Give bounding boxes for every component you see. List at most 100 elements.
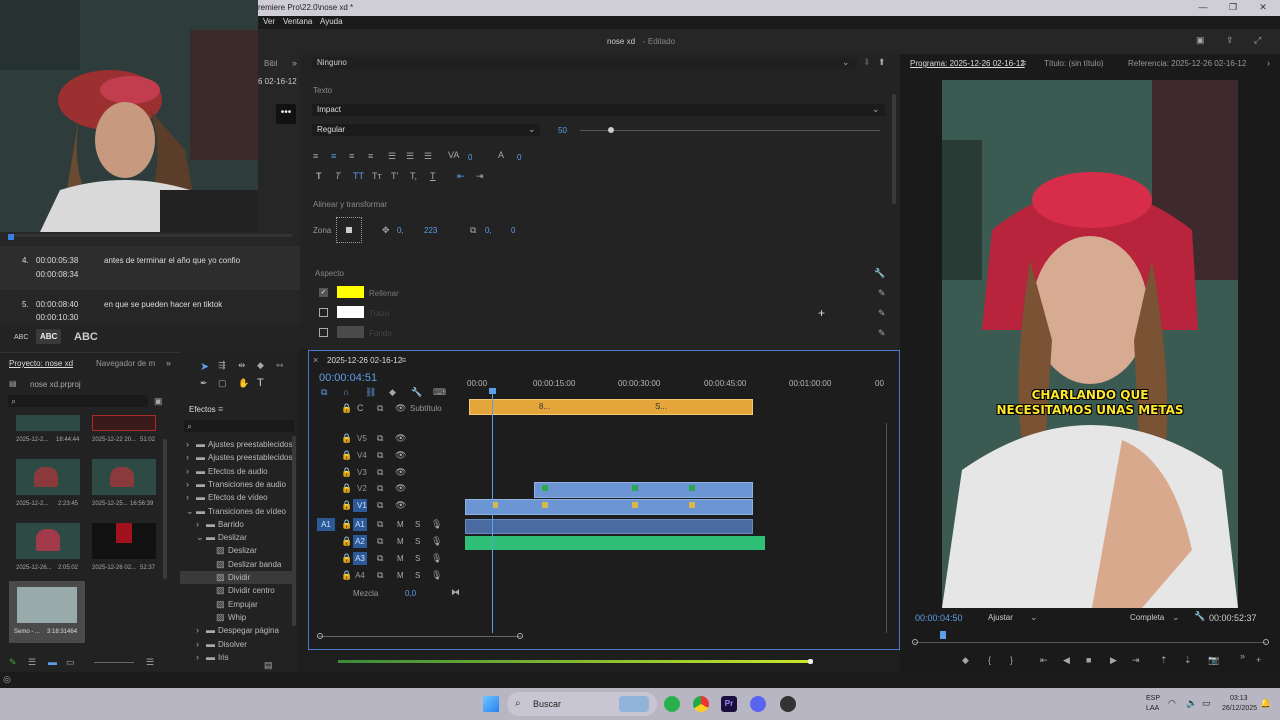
workspaces-icon[interactable]: ▣	[1196, 35, 1205, 46]
fullscreen-icon[interactable]: ⤢	[1254, 35, 1261, 46]
all-caps-icon[interactable]: TT	[353, 171, 364, 181]
extract-icon[interactable]: ⇣	[1184, 655, 1192, 666]
menu-ver[interactable]: Ver	[263, 17, 275, 26]
audio-track-header[interactable]: A1 🔒 A1 ⧉ M S 🎙	[309, 517, 469, 533]
audio-track-header[interactable]: 🔒 A4 ⧉ M S 🎙	[309, 568, 469, 584]
zoom-slider[interactable]	[94, 662, 134, 663]
chevron-down-icon[interactable]: ⌄	[186, 506, 194, 517]
thumb-image[interactable]	[16, 459, 80, 495]
effects-tree-item[interactable]: › ▬ Iris	[180, 651, 292, 664]
wifi-icon[interactable]: ◠	[1168, 698, 1176, 709]
font-style-select[interactable]: Regular ⌄	[312, 124, 540, 136]
align-bottom-icon[interactable]: ☰	[424, 151, 432, 162]
effects-tree-item[interactable]: ▨ Dividir	[180, 571, 292, 584]
ltr-icon[interactable]: ⇤	[457, 171, 465, 182]
sync-icon[interactable]: ⧉	[377, 500, 383, 511]
add-marker-icon[interactable]: ◆	[962, 655, 969, 666]
caption-track[interactable]: 8... S...	[469, 399, 753, 415]
bib-tab[interactable]: Bibl	[264, 59, 277, 68]
abc-small[interactable]: ABC	[14, 334, 28, 341]
effects-tree-item[interactable]: ▨ Empujar	[180, 598, 292, 611]
style-select[interactable]: Ninguno ⌄	[312, 57, 857, 69]
mute-button[interactable]: M	[397, 537, 404, 546]
more-icon[interactable]: •••	[276, 104, 296, 124]
bg-checkbox[interactable]	[319, 328, 328, 337]
eye-icon[interactable]: 👁	[395, 450, 406, 461]
video-track-header[interactable]: 🔒 V2 ⧉ 👁	[309, 481, 469, 497]
chrome-icon[interactable]	[693, 696, 709, 712]
lock-icon[interactable]: 🔒	[341, 553, 352, 564]
lock-icon[interactable]: 🔒	[341, 570, 352, 581]
lock-icon[interactable]: 🔒	[341, 467, 352, 478]
pencil-icon[interactable]: ✎	[9, 657, 17, 668]
chevron-right-icon[interactable]: ›	[196, 519, 199, 529]
quality-select[interactable]: Completa ⌄	[1126, 611, 1182, 623]
lock-icon[interactable]: 🔒	[341, 519, 352, 530]
audio-track-header[interactable]: 🔒 A3 ⧉ M S 🎙	[309, 551, 469, 567]
sync-icon[interactable]: ⧉	[377, 433, 383, 444]
chevron-right-icon[interactable]: ›	[196, 639, 199, 649]
effects-tree-item[interactable]: ▨ Deslizar banda	[180, 558, 292, 571]
time-ruler[interactable]: 00:00 00:00:15:00 00:00:30:00 00:00:45:0…	[467, 377, 885, 389]
new-bin-icon[interactable]: ▤	[264, 660, 273, 671]
audio-clip-a2[interactable]	[465, 536, 765, 550]
nest-icon[interactable]: ⧉	[321, 387, 327, 398]
battery-icon[interactable]: ▭	[1202, 698, 1211, 709]
zoom-handle-left[interactable]	[317, 633, 323, 639]
solo-button[interactable]: S	[415, 554, 420, 563]
discord-icon[interactable]	[750, 696, 766, 712]
mute-button[interactable]: M	[397, 520, 404, 529]
font-size-value[interactable]: 50	[558, 126, 567, 135]
thumb-image[interactable]	[92, 459, 156, 495]
effects-tree-item[interactable]: ⌄ ▬ Deslizar	[180, 531, 292, 544]
sync-icon[interactable]: ⧉	[377, 553, 383, 564]
rectangle-icon[interactable]: ▢	[218, 378, 227, 389]
scrub-right-handle[interactable]	[1263, 639, 1269, 645]
effects-tree-item[interactable]: › ▬ Efectos de audio	[180, 465, 292, 478]
underline-icon[interactable]: T	[430, 171, 436, 181]
download-icon[interactable]: ⬇	[863, 57, 871, 68]
step-back-icon[interactable]: ◀	[1063, 655, 1070, 666]
eye-icon[interactable]: 👁	[395, 467, 406, 478]
eye-icon[interactable]: 👁	[395, 483, 406, 494]
subscript-icon[interactable]: T,	[410, 171, 417, 181]
font-select[interactable]: Impact ⌄	[312, 104, 885, 116]
effects-tree-item[interactable]: › ▬ Disolver	[180, 638, 292, 651]
sync-icon[interactable]: ⧉	[377, 467, 383, 478]
thumb-image[interactable]	[16, 523, 80, 559]
sync-icon[interactable]: ⧉	[377, 536, 383, 547]
add-icon[interactable]: +	[1256, 655, 1261, 665]
fill-checkbox[interactable]: ✓	[319, 288, 328, 297]
thumb-image[interactable]	[16, 415, 80, 431]
lock-icon[interactable]: 🔒	[341, 433, 352, 444]
video-track-header[interactable]: 🔒 V5 ⧉ 👁	[309, 431, 469, 447]
chevron-right-icon[interactable]: ›	[186, 479, 189, 489]
video-track-header[interactable]: 🔒 V4 ⧉ 👁	[309, 448, 469, 464]
eye-icon[interactable]: 👁	[395, 500, 406, 511]
eyedropper-icon[interactable]: ✎	[878, 328, 886, 339]
effects-tree-item[interactable]: › ▬ Efectos de vídeo	[180, 491, 292, 504]
lang-top[interactable]: ESP	[1146, 695, 1160, 702]
thumb-image[interactable]	[92, 523, 156, 559]
scrub-left-handle[interactable]	[912, 639, 918, 645]
razor-icon[interactable]: ◆	[257, 360, 264, 371]
render-handle[interactable]	[808, 659, 813, 664]
chevron-right-icon[interactable]: ›	[186, 439, 189, 449]
font-size-slider-handle[interactable]	[608, 127, 614, 133]
pen-icon[interactable]: ✒	[200, 378, 208, 389]
effects-search-input[interactable]: ⌕	[184, 420, 294, 432]
tab-effects[interactable]: Efectos	[189, 405, 216, 414]
justify-icon[interactable]: ≡	[368, 151, 373, 161]
tab-media-browser[interactable]: Navegador de m	[96, 359, 155, 368]
tab-project[interactable]: Proyecto: nose xd	[9, 359, 73, 368]
slip-icon[interactable]: ⇿	[276, 360, 284, 371]
pos-x-value[interactable]: 0,	[397, 226, 404, 235]
solo-button[interactable]: S	[415, 520, 420, 529]
menu-ayuda[interactable]: Ayuda	[320, 17, 343, 26]
mark-in-icon[interactable]: {	[988, 655, 991, 665]
timeline-zoom-scroll[interactable]	[319, 636, 521, 637]
export-frame-icon[interactable]: 📷	[1208, 655, 1219, 666]
mute-button[interactable]: M	[397, 571, 404, 580]
mute-button[interactable]: M	[397, 554, 404, 563]
go-to-out-icon[interactable]: ⇥	[1132, 655, 1140, 666]
